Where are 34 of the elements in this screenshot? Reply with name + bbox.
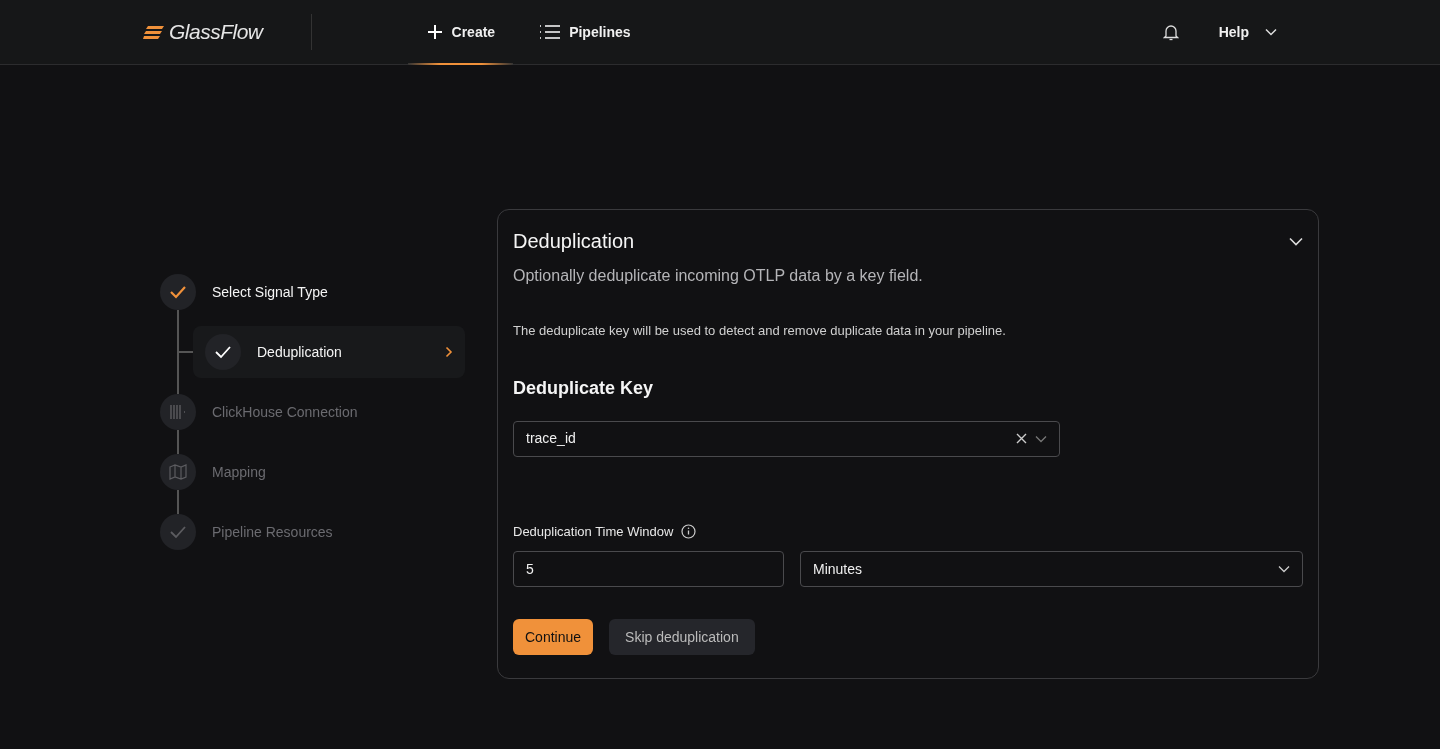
logo-text: GlassFlow (169, 19, 263, 46)
info-icon (681, 523, 697, 539)
continue-button[interactable]: Continue (513, 619, 594, 655)
step-label: ClickHouse Connection (212, 402, 358, 422)
panel-title: Deduplication (513, 229, 635, 254)
panel-subtitle: Optionally deduplicate incoming OTLP data by a key field. (513, 266, 924, 286)
collapse-toggle[interactable] (1289, 236, 1303, 246)
check-icon (169, 285, 187, 299)
step-label: Select Signal Type (212, 282, 328, 302)
clear-icon[interactable] (1016, 433, 1027, 444)
chevron-down-icon (1278, 565, 1290, 573)
section-heading: Deduplicate Key (513, 376, 655, 400)
chevron-down-icon (1035, 434, 1047, 443)
field-label: Deduplication Time Window (513, 522, 674, 541)
step-label: Mapping (212, 462, 266, 482)
unit-select[interactable]: Minutes (800, 551, 1303, 587)
number-field[interactable]: 5 (513, 551, 784, 587)
bars-icon (169, 404, 187, 420)
chevron-down-icon (1265, 28, 1277, 36)
nav-tab[interactable]: Pipelines (521, 0, 649, 64)
step-label: Pipeline Resources (212, 522, 333, 542)
logo-icon (143, 25, 165, 39)
help-menu[interactable]: Help (1212, 20, 1283, 44)
check-icon (214, 345, 232, 359)
list-icon (539, 24, 562, 40)
plus-icon (425, 23, 444, 41)
substep-item[interactable]: Deduplication (193, 326, 465, 378)
nav-tab[interactable]: Create (407, 0, 514, 64)
description-text: The deduplicate key will be used to detect and remove duplicate data in your pipeline. (513, 322, 1007, 340)
skip-button[interactable]: Skip deduplication (609, 619, 755, 655)
map-icon (169, 464, 187, 480)
chevron-right-icon (445, 346, 453, 358)
key-select[interactable]: trace_id (513, 420, 1060, 457)
check-icon (169, 525, 187, 539)
